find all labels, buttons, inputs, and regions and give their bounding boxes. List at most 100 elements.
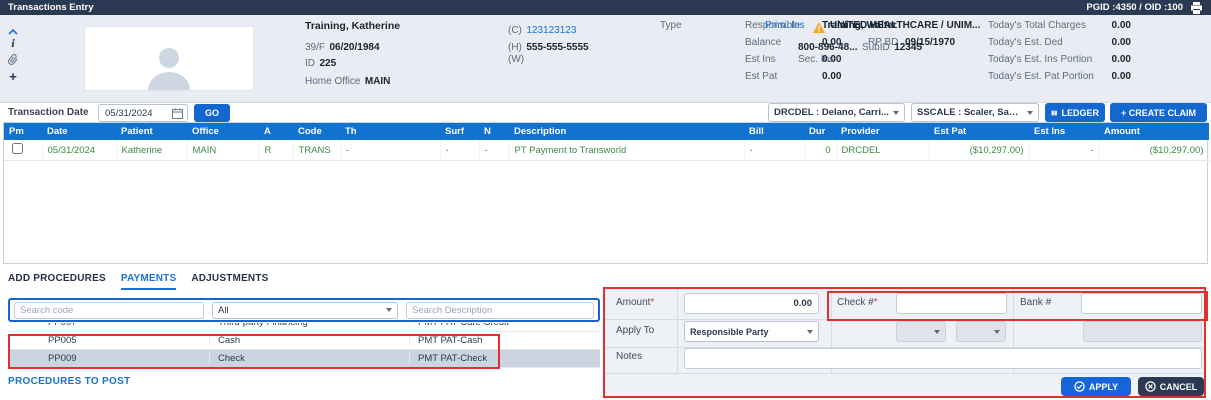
col-header-code: Code — [293, 123, 340, 140]
payment-description: PMT PAT-Cash — [418, 335, 483, 346]
payment-description: PMT PAT-Debit Card — [410, 371, 600, 372]
work-phone-label: (W) — [508, 54, 525, 65]
payment-code: PP007 — [8, 323, 210, 328]
amount-label: Amount* — [616, 297, 655, 308]
cell-office: MAIN — [187, 140, 260, 161]
procedures-to-post-link[interactable]: PROCEDURES TO POST — [8, 376, 130, 387]
col-header-n: N — [479, 123, 509, 140]
disabled-select-1 — [896, 321, 946, 342]
tab-add-procedures[interactable]: ADD PROCEDURES — [8, 273, 106, 290]
home-phone-value: 555-555-5555 — [526, 42, 589, 53]
cell-phone-link[interactable]: 123123123 — [526, 25, 576, 36]
transaction-date-label: Transaction Date — [8, 107, 89, 118]
payment-code-row[interactable]: PP001 Credit Card PMT PAT-Debit Card — [8, 368, 600, 372]
type-label: Type — [660, 20, 682, 31]
cell-est-ins: - — [1029, 140, 1100, 161]
title-bar: Transactions Entry PGID :4350 / OID :100 — [0, 0, 1211, 15]
bank-number-input[interactable] — [1081, 293, 1202, 314]
disabled-input — [1083, 321, 1202, 342]
id-label: ID — [305, 58, 315, 69]
col-header-est-pat: Est Pat — [929, 123, 1029, 140]
chevron-down-icon — [934, 329, 940, 334]
balance-label: Balance — [745, 37, 782, 48]
ledger-button[interactable]: LEDGER — [1045, 103, 1105, 122]
todays-est-ins-portion-value: 0.00 — [1111, 54, 1131, 65]
payment-code-row-selected[interactable]: PP009 Check PMT PAT-Check — [8, 350, 600, 368]
todays-est-pat-portion-label: Today's Est. Pat Portion — [988, 71, 1094, 82]
transaction-date-input-wrap — [98, 104, 188, 122]
tab-payments[interactable]: PAYMENTS — [120, 273, 177, 290]
ledger-book-icon — [1051, 110, 1057, 115]
patient-photo-placeholder[interactable] — [84, 26, 254, 91]
payment-type: Check — [210, 353, 410, 364]
transaction-date-input[interactable] — [103, 106, 169, 120]
divider — [604, 373, 1205, 374]
page-title: Transactions Entry — [8, 2, 94, 13]
apply-to-select[interactable]: Responsible Party — [684, 321, 819, 342]
cancel-button-label: CANCEL — [1159, 381, 1198, 392]
col-header-surf: Surf — [440, 123, 479, 140]
check-number-input[interactable] — [896, 293, 1007, 314]
payment-code-row[interactable]: PP007 Third-party Financing PMT PAT-Care… — [8, 323, 600, 332]
printer-icon[interactable] — [1190, 1, 1203, 14]
ledger-button-label: LEDGER — [1061, 107, 1099, 118]
search-description-input[interactable] — [406, 301, 594, 319]
col-header-description: Description — [509, 123, 744, 140]
notes-input[interactable] — [684, 348, 1202, 369]
chevron-down-icon — [994, 329, 1000, 334]
apply-button[interactable]: APPLY — [1061, 377, 1131, 396]
add-plus-icon[interactable]: + — [6, 69, 20, 84]
transactions-table: Pm Date Patient Office A Code Th Surf N … — [3, 122, 1210, 264]
todays-est-ins-portion-label: Today's Est. Ins Portion — [988, 54, 1093, 65]
search-code-input[interactable] — [14, 301, 204, 319]
chevron-down-icon — [807, 329, 813, 334]
calendar-icon[interactable] — [172, 108, 183, 119]
payment-code-filterbar: All — [8, 298, 600, 322]
prim-ins-link[interactable]: Prim. Ins — [765, 20, 804, 31]
id-value: 225 — [319, 58, 337, 69]
payment-code-row[interactable]: PP005 Cash PMT PAT-Cash — [8, 332, 600, 350]
tab-adjustments[interactable]: ADJUSTMENTS — [191, 273, 268, 290]
payment-code: PP009 — [8, 353, 210, 364]
cell-patient: Katherine — [116, 140, 188, 161]
amount-input[interactable] — [684, 293, 819, 314]
cell-code: TRANS — [293, 140, 341, 161]
notes-label: Notes — [616, 351, 643, 362]
chevron-down-icon — [1027, 110, 1033, 115]
col-header-est-ins: Est Ins — [1029, 123, 1099, 140]
required-mark: * — [873, 297, 878, 308]
cell-surf: - — [440, 140, 480, 161]
apply-to-label: Apply To — [616, 325, 655, 336]
col-header-provider: Provider — [836, 123, 929, 140]
age-sex-label: 39/F — [305, 42, 326, 53]
info-icon[interactable]: i — [6, 36, 20, 51]
cell-amount: ($10,297.00) — [1099, 140, 1210, 161]
home-office-value: MAIN — [364, 76, 391, 87]
cell-provider: DRCDEL — [836, 140, 930, 161]
provider-select[interactable]: DRCDEL : Delano, Carri... — [768, 103, 905, 122]
go-button[interactable]: GO — [194, 104, 230, 122]
cell-date: 05/31/2024 — [42, 140, 117, 161]
payment-code: PP001 — [8, 371, 210, 372]
resource-select[interactable]: SSCALE : Scaler, Sandy — [911, 103, 1039, 122]
create-claim-button-label: + CREATE CLAIM — [1120, 107, 1197, 118]
check-number-label: Check #* — [837, 297, 878, 308]
category-select-value: All — [217, 304, 229, 316]
cancel-button[interactable]: CANCEL — [1138, 377, 1204, 396]
divider — [677, 288, 678, 373]
cell-n: - — [479, 140, 510, 161]
cell-bill: - — [744, 140, 805, 161]
row-select-checkbox[interactable] — [12, 143, 23, 154]
divider — [604, 319, 1205, 320]
person-silhouette-icon — [148, 48, 190, 90]
transactions-table-header: Pm Date Patient Office A Code Th Surf N … — [4, 123, 1209, 140]
apply-button-label: APPLY — [1088, 381, 1119, 392]
provider-select-value: DRCDEL : Delano, Carri... — [774, 107, 889, 118]
birth-date-value: 06/20/1984 — [329, 42, 380, 53]
cell-description: PT Payment to Transworld — [509, 140, 745, 161]
create-claim-button[interactable]: + CREATE CLAIM — [1110, 103, 1207, 122]
home-phone-label: (H) — [508, 42, 522, 53]
transaction-row[interactable]: 05/31/2024 Katherine MAIN R TRANS - - - … — [4, 140, 1210, 161]
col-header-office: Office — [187, 123, 259, 140]
category-select[interactable]: All — [211, 301, 398, 319]
